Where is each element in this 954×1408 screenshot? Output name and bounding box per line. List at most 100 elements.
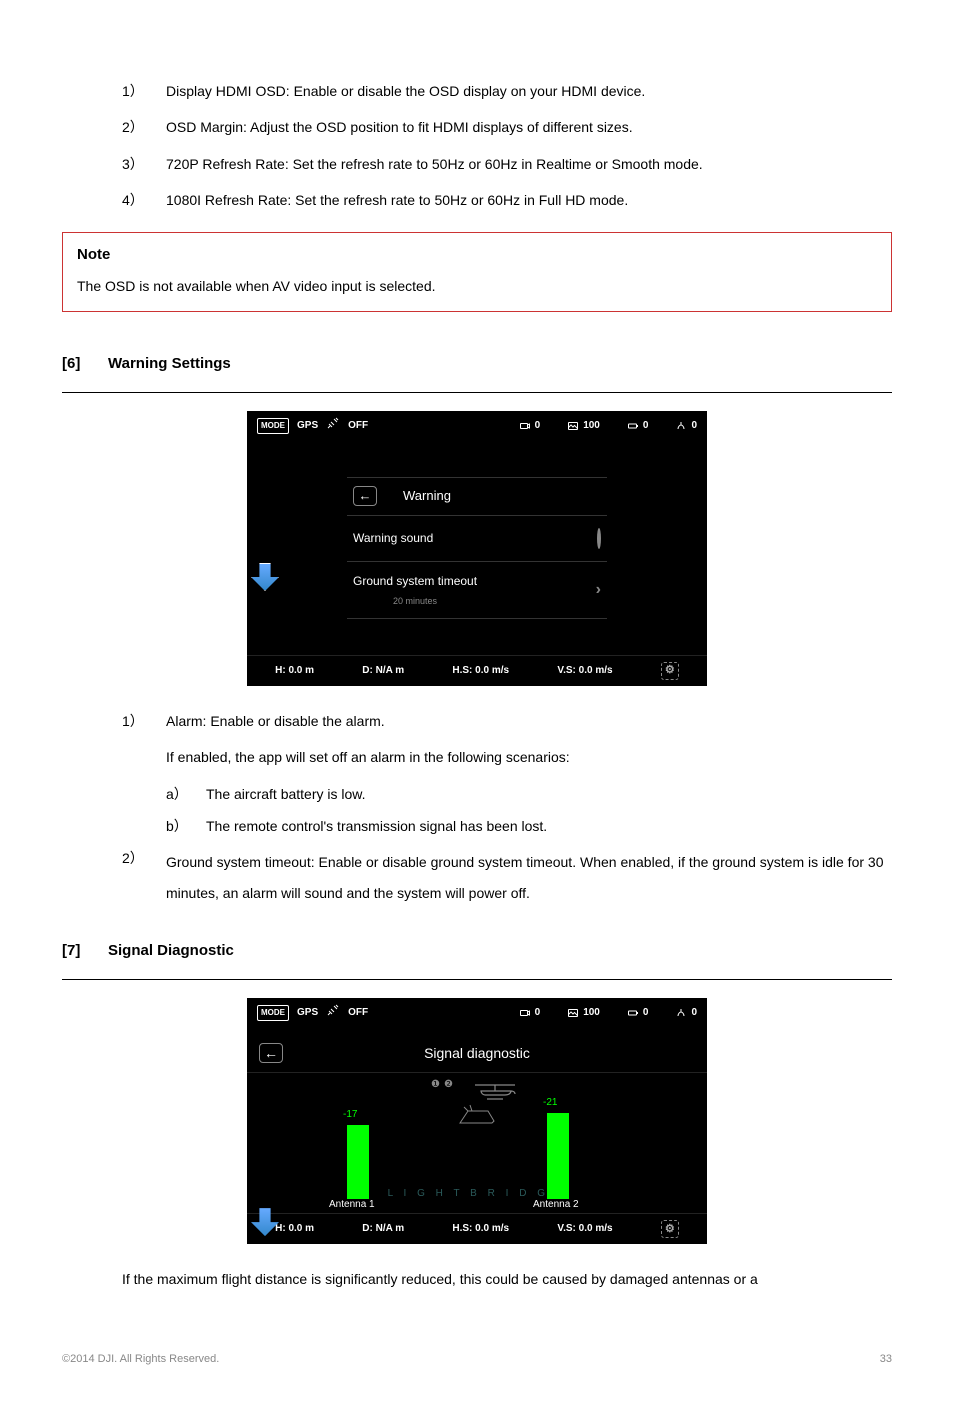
footer-copyright: ©2014 DJI. All Rights Reserved. — [62, 1351, 219, 1369]
signal-diag-panel: ← Signal diagnostic ❶ ❷ — [247, 1028, 707, 1213]
sub-text: The aircraft battery is low. — [206, 783, 366, 805]
section-heading-6: [6] Warning Settings — [62, 352, 892, 376]
screenshot-top-bar: MODE GPS OFF 0 100 0 — [247, 998, 707, 1028]
note-box: Note The OSD is not available when AV vi… — [62, 232, 892, 312]
telemetry-hs: H.S: 0.0 m/s — [452, 1221, 509, 1237]
back-button[interactable]: ← — [353, 486, 377, 506]
section-title: Signal Diagnostic — [108, 939, 234, 963]
section-title: Warning Settings — [108, 352, 231, 376]
list-text: 1080I Refresh Rate: Set the refresh rate… — [166, 189, 892, 211]
antenna-label-1: Antenna 1 — [329, 1197, 375, 1213]
sub-marker: a） — [166, 783, 206, 805]
stat-value: 100 — [583, 418, 600, 434]
antenna-bar-2 — [547, 1113, 569, 1199]
list-item: 4） 1080I Refresh Rate: Set the refresh r… — [62, 189, 892, 211]
sub-text: The remote control's transmission signal… — [206, 815, 547, 837]
row-sublabel: 20 minutes — [353, 594, 477, 608]
note-body: The OSD is not available when AV video i… — [77, 275, 877, 297]
telemetry-h: H: 0.0 m — [275, 1221, 314, 1237]
list-text: OSD Margin: Adjust the OSD position to f… — [166, 116, 892, 138]
note-title: Note — [77, 243, 877, 267]
telemetry-hs: H.S: 0.0 m/s — [452, 663, 509, 679]
battery-icon: 0 — [626, 418, 649, 434]
list-item: 1） Alarm: Enable or disable the alarm. — [62, 710, 892, 732]
image-icon: 100 — [566, 1005, 600, 1021]
stat-value: 0 — [643, 1005, 649, 1021]
gps-label: GPS — [297, 418, 318, 434]
diag-title: Signal diagnostic — [283, 1042, 671, 1064]
signal-screenshot-wrap: MODE GPS OFF 0 100 0 — [62, 998, 892, 1244]
stat-value: 0 — [643, 418, 649, 434]
image-icon: 100 — [566, 418, 600, 434]
screenshot-top-bar: MODE GPS OFF 0 100 0 — [247, 411, 707, 441]
back-button[interactable]: ← — [259, 1043, 283, 1063]
sub-item: b） The remote control's transmission sig… — [166, 815, 892, 837]
diag-header: ← Signal diagnostic — [247, 1034, 707, 1073]
telemetry-d: D: N/A m — [362, 1221, 404, 1237]
section-divider — [62, 392, 892, 393]
list-item: 1） Display HDMI OSD: Enable or disable t… — [62, 80, 892, 102]
gear-icon[interactable]: ⚙ — [661, 1220, 679, 1238]
stat-value: 0 — [691, 418, 697, 434]
list-marker: 1） — [122, 710, 166, 732]
hd-icon: 0 — [518, 1005, 541, 1021]
diag-body: ❶ ❷ L I G H T B R I D G E -17 — [247, 1073, 707, 1213]
telemetry-h: H: 0.0 m — [275, 663, 314, 679]
list-marker: 2） — [122, 116, 166, 138]
ground-timeout-row[interactable]: Ground system timeout 20 minutes › — [347, 561, 607, 619]
hd-icon: 0 — [518, 418, 541, 434]
panel-title: Warning — [403, 486, 451, 507]
top-right-stats: 0 100 0 0 — [518, 418, 697, 434]
telemetry-d: D: N/A m — [362, 663, 404, 679]
satellite-icon — [326, 417, 340, 435]
chevron-right-icon: › — [596, 577, 601, 603]
paragraph: If enabled, the app will set off an alar… — [62, 746, 892, 768]
arrow-marker-icon — [251, 563, 279, 591]
screenshot-bottom-bar: H: 0.0 m D: N/A m H.S: 0.0 m/s V.S: 0.0 … — [247, 655, 707, 686]
warning-list: 1） Alarm: Enable or disable the alarm. I… — [62, 710, 892, 909]
lightbridge-label: L I G H T B R I D G E — [247, 1186, 707, 1202]
warning-sound-row[interactable]: Warning sound — [347, 515, 607, 562]
section-number: [6] — [62, 352, 108, 376]
list-text: Alarm: Enable or disable the alarm. — [166, 710, 892, 732]
list-marker: 1） — [122, 80, 166, 102]
top-right-stats: 0 100 0 0 — [518, 1005, 697, 1021]
stat-value: 0 — [535, 418, 541, 434]
stat-value: 0 — [691, 1005, 697, 1021]
list-item: 2） OSD Margin: Adjust the OSD position t… — [62, 116, 892, 138]
list-item: 2） Ground system timeout: Enable or disa… — [62, 847, 892, 909]
off-label: OFF — [348, 418, 368, 434]
rc-icon: 0 — [674, 418, 697, 434]
ground-unit-icon — [247, 1103, 707, 1136]
sub-item: a） The aircraft battery is low. — [166, 783, 892, 805]
antenna-bar-1 — [347, 1125, 369, 1199]
list-text: 720P Refresh Rate: Set the refresh rate … — [166, 153, 892, 175]
warning-screenshot: MODE GPS OFF 0 100 0 — [247, 411, 707, 686]
row-label-wrap: Ground system timeout 20 minutes — [353, 572, 477, 608]
top-numbered-list: 1） Display HDMI OSD: Enable or disable t… — [62, 80, 892, 212]
antenna-label-2: Antenna 2 — [533, 1197, 579, 1213]
warning-screenshot-wrap: MODE GPS OFF 0 100 0 — [62, 411, 892, 686]
row-label: Ground system timeout — [353, 572, 477, 591]
rc-icon: 0 — [674, 1005, 697, 1021]
list-text: Display HDMI OSD: Enable or disable the … — [166, 80, 892, 102]
off-label: OFF — [348, 1005, 368, 1021]
list-item: 3） 720P Refresh Rate: Set the refresh ra… — [62, 153, 892, 175]
footer-page-number: 33 — [880, 1351, 892, 1369]
signal-screenshot: MODE GPS OFF 0 100 0 — [247, 998, 707, 1244]
list-marker: 4） — [122, 189, 166, 211]
mode-pill: MODE — [257, 418, 289, 435]
warning-panel: ← Warning Warning sound Ground system ti… — [347, 477, 607, 619]
signal-paragraph: If the maximum flight distance is signif… — [62, 1268, 892, 1290]
satellite-icon — [326, 1004, 340, 1022]
mode-pill: MODE — [257, 1005, 289, 1022]
gps-label: GPS — [297, 1005, 318, 1021]
toggle-off-icon[interactable] — [597, 526, 601, 552]
section-heading-7: [7] Signal Diagnostic — [62, 939, 892, 963]
list-marker: 2） — [122, 847, 166, 909]
list-text: Ground system timeout: Enable or disable… — [166, 847, 892, 909]
antenna-value-2: -21 — [543, 1095, 557, 1111]
row-label: Warning sound — [353, 529, 433, 548]
telemetry-vs: V.S: 0.0 m/s — [557, 1221, 612, 1237]
gear-icon[interactable]: ⚙ — [661, 662, 679, 680]
